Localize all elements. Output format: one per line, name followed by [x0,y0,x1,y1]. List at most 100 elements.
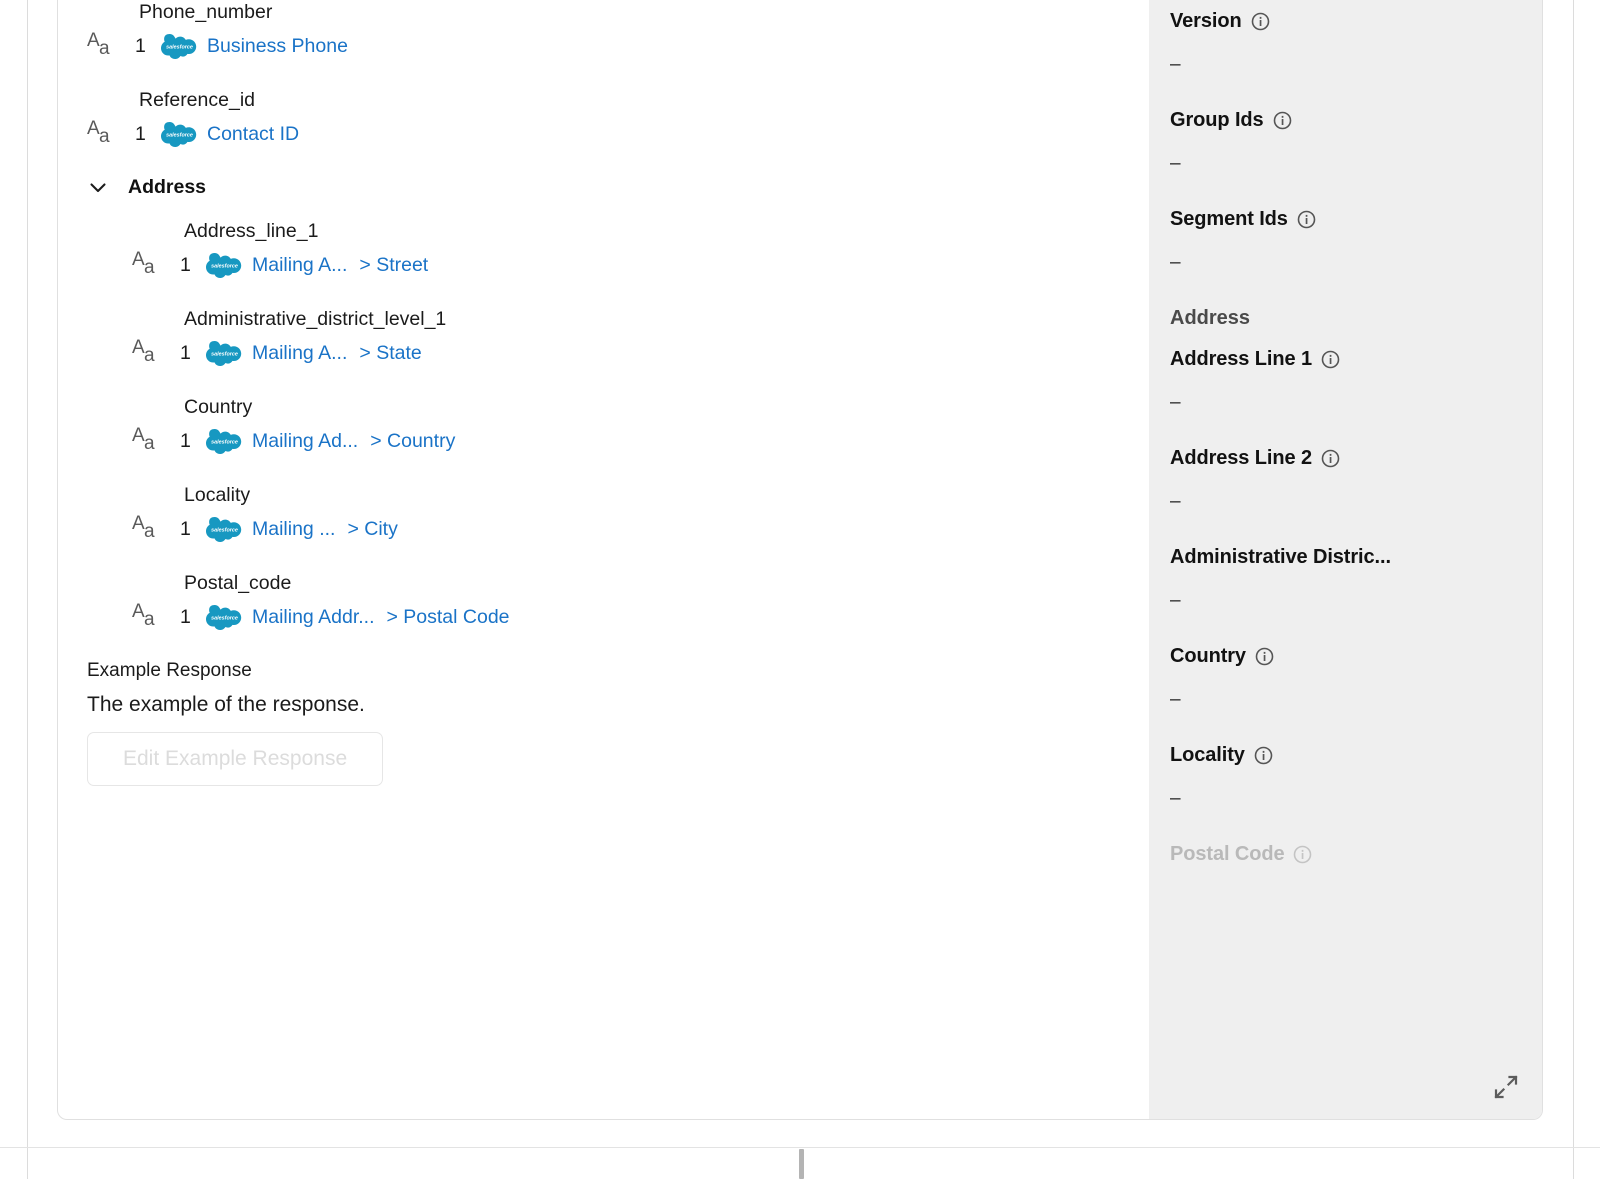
properties-pane: Version – Group Ids – Segment Ids – Addr… [1149,0,1542,1119]
right-outer-divider [1573,0,1574,1179]
property-header: Locality [1170,744,1518,767]
property-postal-code: Postal Code [1170,843,1518,866]
text-type-icon: Aa [87,30,110,59]
svg-text:salesforce: salesforce [166,44,193,50]
property-value: – [1170,392,1181,413]
salesforce-logo-icon: salesforce [206,604,244,630]
text-type-icon: Aa [132,337,155,366]
info-icon[interactable] [1321,350,1340,369]
mapping-count: 1 [135,34,146,57]
field-label: Locality [184,484,251,506]
property-label: Administrative Distric... [1170,546,1391,568]
field-mapping-row[interactable]: Aa 1 salesforce Contact ID [87,119,1149,149]
field-mapping-row[interactable]: Aa 1 salesforce Mailing Addr... > Postal… [132,602,1149,632]
panel-drag-handle[interactable] [799,1149,804,1179]
mapped-source-field[interactable]: Contact ID [207,122,299,146]
mapped-subfield[interactable]: > Postal Code [386,605,509,629]
mapped-source-field[interactable]: Mailing Ad... [252,429,358,453]
field-mapping-row[interactable]: Aa 1 salesforce Mailing A... > Street [132,250,1149,280]
field-block: Phone_number Aa 1 salesforce Business Ph… [87,0,1149,61]
left-outer-divider [27,0,28,1179]
info-icon[interactable] [1251,12,1270,31]
mapping-count: 1 [135,122,146,145]
field-mapping-row[interactable]: Aa 1 salesforce Mailing Ad... > Country [132,426,1149,456]
mapped-source-field[interactable]: Mailing A... [252,253,347,277]
info-icon[interactable] [1273,111,1292,130]
info-icon[interactable] [1254,746,1273,765]
property-header: Version [1170,10,1518,33]
edit-example-response-button[interactable]: Edit Example Response [87,732,384,786]
text-type-icon: Aa [87,118,110,147]
salesforce-logo-icon: salesforce [161,33,199,59]
field-block: Reference_id Aa 1 salesforce Contact ID [87,88,1149,149]
mapped-subfield[interactable]: > State [359,341,421,365]
address-section-title: Address [128,176,207,198]
property-header: Address Line 2 [1170,447,1518,470]
field-label: Reference_id [139,89,255,111]
field-label: Phone_number [139,1,273,23]
svg-text:salesforce: salesforce [166,132,193,138]
property-country: Country – [1170,645,1518,710]
mapping-count: 1 [180,341,191,364]
info-icon[interactable] [1255,647,1274,666]
property-segment-ids: Segment Ids – [1170,208,1518,273]
mapped-source-field[interactable]: Mailing A... [252,341,347,365]
property-locality: Locality – [1170,744,1518,809]
property-group-ids: Group Ids – [1170,109,1518,174]
address-field-list: Address_line_1 Aa 1 salesforce Mailing A… [58,219,1149,632]
chevron-down-icon[interactable] [87,177,113,199]
info-icon[interactable] [1321,449,1340,468]
properties-section-address: Address [1170,307,1251,329]
field-mapping-pane: Phone_number Aa 1 salesforce Business Ph… [58,0,1149,1119]
mapped-source-field[interactable]: Mailing ... [252,517,335,541]
address-section-header[interactable]: Address [58,176,1149,199]
property-value: – [1170,491,1181,512]
salesforce-logo-icon: salesforce [206,340,244,366]
info-icon[interactable] [1293,845,1312,864]
properties-list: Version – Group Ids – Segment Ids – Addr… [1149,10,1542,866]
property-header: Address Line 1 [1170,348,1518,371]
field-mapping-row[interactable]: Aa 1 salesforce Business Phone [87,31,1149,61]
mapping-count: 1 [180,605,191,628]
mapped-subfield[interactable]: > Country [370,429,455,453]
field-mapping-row[interactable]: Aa 1 salesforce Mailing A... > State [132,338,1149,368]
svg-text:salesforce: salesforce [211,351,238,357]
field-label: Postal_code [184,572,292,594]
svg-text:salesforce: salesforce [211,263,238,269]
property-value: – [1170,788,1181,809]
text-type-icon: Aa [132,601,155,630]
property-label: Country [1170,645,1246,667]
svg-text:salesforce: salesforce [211,527,238,533]
mapped-source-field[interactable]: Business Phone [207,34,348,58]
expand-diagonal-icon[interactable] [1492,1073,1520,1101]
field-block: Country Aa 1 salesforce Mailing Ad... > … [132,395,1149,456]
property-header: Group Ids [1170,109,1518,132]
property-value: – [1170,252,1181,273]
property-address-line-1: Address Line 1 – [1170,348,1518,413]
text-type-icon: Aa [132,425,155,454]
property-address-line-2: Address Line 2 – [1170,447,1518,512]
field-block: Locality Aa 1 salesforce Mailing ... > C… [132,483,1149,544]
mapped-subfield[interactable]: > Street [359,253,428,277]
info-icon[interactable] [1297,210,1316,229]
field-label: Administrative_district_level_1 [184,308,447,330]
property-value: – [1170,54,1181,75]
property-header: Postal Code [1170,843,1518,866]
property-label: Address Line 1 [1170,348,1312,370]
property-version: Version – [1170,10,1518,75]
field-label: Country [184,396,253,418]
property-label: Address Line 2 [1170,447,1312,469]
mapping-count: 1 [180,429,191,452]
mapping-card: Phone_number Aa 1 salesforce Business Ph… [57,0,1543,1120]
field-block: Postal_code Aa 1 salesforce Mailing Addr… [132,571,1149,632]
property-header: Administrative Distric... [1170,546,1518,569]
mapped-subfield[interactable]: > City [347,517,397,541]
property-label: Version [1170,10,1242,32]
property-header: Segment Ids [1170,208,1518,231]
property-value: – [1170,590,1181,611]
top-level-field-list: Phone_number Aa 1 salesforce Business Ph… [58,0,1149,149]
mapped-source-field[interactable]: Mailing Addr... [252,605,374,629]
field-mapping-row[interactable]: Aa 1 salesforce Mailing ... > City [132,514,1149,544]
svg-text:salesforce: salesforce [211,615,238,621]
property-header: Country [1170,645,1518,668]
